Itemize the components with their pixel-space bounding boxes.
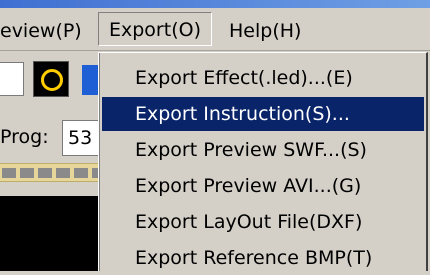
export-dropdown-menu: Export Effect(.led)...(E) Export Instruc… — [98, 52, 428, 271]
led-cell-icon — [2, 168, 16, 178]
menu-item-export-layout-file[interactable]: Export LayOut File(DXF) — [102, 205, 424, 239]
menu-bar: eview(P) Export(O) Help(H) — [0, 8, 430, 51]
prog-label: Prog: — [0, 126, 49, 148]
led-strip — [0, 163, 100, 182]
led-cell-icon — [38, 168, 52, 178]
program-row: Prog: 53 — [0, 118, 102, 158]
window-titlebar — [0, 0, 430, 8]
menu-item-export-reference-bmp[interactable]: Export Reference BMP(T) — [102, 241, 424, 275]
led-cell-icon — [56, 168, 70, 178]
menu-preview[interactable]: eview(P) — [0, 18, 82, 44]
toolbar-input[interactable] — [0, 62, 24, 96]
toolbar — [0, 51, 100, 107]
prog-number-field[interactable]: 53 — [62, 120, 102, 156]
led-cell-icon — [20, 168, 34, 178]
menu-item-export-instruction[interactable]: Export Instruction(S)... — [102, 97, 424, 131]
menu-export[interactable]: Export(O) — [98, 12, 212, 46]
led-cell-icon — [74, 168, 88, 178]
circle-effect-icon[interactable] — [33, 61, 69, 97]
menu-item-export-effect[interactable]: Export Effect(.led)...(E) — [102, 61, 424, 95]
menu-item-export-preview-swf[interactable]: Export Preview SWF...(S) — [102, 133, 424, 167]
menu-item-export-preview-avi[interactable]: Export Preview AVI...(G) — [102, 169, 424, 203]
menu-help[interactable]: Help(H) — [229, 18, 301, 44]
preview-canvas[interactable] — [0, 196, 100, 271]
